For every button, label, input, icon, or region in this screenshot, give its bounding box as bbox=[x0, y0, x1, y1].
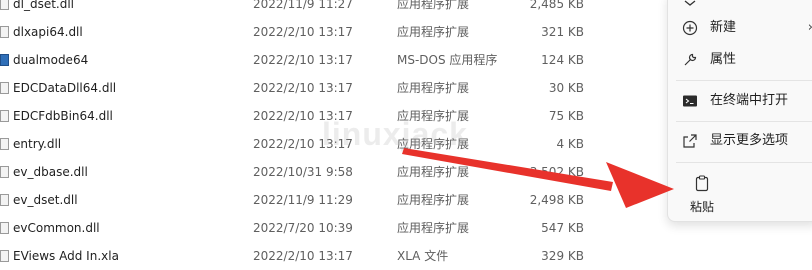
file-row[interactable]: dlxapi64.dll 2022/2/10 13:17 应用程序扩展 321 … bbox=[0, 18, 660, 46]
file-type: 应用程序扩展 bbox=[397, 193, 470, 207]
watermark: linuxjack bbox=[322, 116, 468, 152]
file-name: dualmode64 bbox=[13, 53, 89, 67]
paste-button[interactable]: 粘贴 bbox=[685, 175, 719, 219]
dll-file-icon bbox=[0, 194, 9, 206]
file-name: evCommon.dll bbox=[13, 221, 100, 235]
menu-item-partial[interactable] bbox=[668, 0, 812, 13]
file-size: 3,502 KB bbox=[529, 165, 584, 179]
file-name: EDCDataDll64.dll bbox=[13, 81, 117, 95]
sort-icon bbox=[684, 0, 696, 6]
menu-item-open-terminal[interactable]: 在终端中打开 bbox=[668, 86, 812, 116]
file-date: 2022/2/10 13:17 bbox=[253, 81, 353, 95]
menu-item-show-more-options[interactable]: 显示更多选项 bbox=[668, 126, 812, 156]
menu-item-label: 显示更多选项 bbox=[710, 133, 789, 148]
file-date: 2022/11/9 11:29 bbox=[253, 193, 353, 207]
new-icon bbox=[682, 20, 698, 36]
menu-separator bbox=[676, 162, 812, 163]
dll-file-icon bbox=[0, 82, 9, 94]
file-row[interactable]: ev_dbase.dll 2022/10/31 9:58 应用程序扩展 3,50… bbox=[0, 158, 660, 186]
file-row[interactable]: evCommon.dll 2022/7/20 10:39 应用程序扩展 547 … bbox=[0, 214, 660, 242]
file-row[interactable]: dualmode64 2022/2/10 13:17 MS-DOS 应用程序 1… bbox=[0, 46, 660, 74]
dll-file-icon bbox=[0, 222, 9, 234]
file-size: 30 KB bbox=[548, 81, 584, 95]
file-name: dl_dset.dll bbox=[13, 0, 75, 11]
file-size: 124 KB bbox=[541, 53, 584, 67]
file-name: dlxapi64.dll bbox=[13, 25, 83, 39]
dll-file-icon bbox=[0, 138, 9, 150]
context-menu: 新建 › 属性 在终端中打开 显示更多选项 粘贴 bbox=[667, 0, 812, 222]
menu-item-properties[interactable]: 属性 bbox=[668, 45, 812, 75]
file-type: 应用程序扩展 bbox=[397, 165, 470, 179]
menu-item-label: 在终端中打开 bbox=[710, 93, 789, 108]
file-name: ev_dbase.dll bbox=[13, 165, 88, 179]
file-date: 2022/7/20 10:39 bbox=[253, 221, 353, 235]
file-date: 2022/11/9 11:27 bbox=[253, 0, 353, 11]
file-row[interactable]: ev_dset.dll 2022/11/9 11:29 应用程序扩展 2,498… bbox=[0, 186, 660, 214]
file-date: 2022/2/10 13:17 bbox=[253, 53, 353, 67]
dll-file-icon bbox=[0, 0, 9, 10]
dll-file-icon bbox=[0, 110, 9, 122]
file-size: 547 KB bbox=[541, 221, 584, 235]
file-type: 应用程序扩展 bbox=[397, 81, 470, 95]
file-type: 应用程序扩展 bbox=[397, 25, 470, 39]
file-size: 4 KB bbox=[556, 137, 584, 151]
paste-label: 粘贴 bbox=[689, 200, 714, 214]
file-size: 75 KB bbox=[548, 109, 584, 123]
file-type: MS-DOS 应用程序 bbox=[397, 53, 498, 67]
file-date: 2022/10/31 9:58 bbox=[253, 165, 353, 179]
menu-separator bbox=[676, 121, 812, 122]
file-name: ev_dset.dll bbox=[13, 193, 78, 207]
menu-item-new[interactable]: 新建 › bbox=[668, 13, 812, 43]
file-row[interactable]: EViews Add In.xla 2022/2/10 13:17 XLA 文件… bbox=[0, 242, 660, 270]
file-date: 2022/2/10 13:17 bbox=[253, 25, 353, 39]
file-size: 329 KB bbox=[541, 249, 584, 263]
file-name: EDCFdbBin64.dll bbox=[13, 109, 113, 123]
xla-file-icon bbox=[0, 250, 9, 262]
chevron-right-icon: › bbox=[808, 13, 812, 43]
file-size: 321 KB bbox=[541, 25, 584, 39]
file-date: 2022/2/10 13:17 bbox=[253, 249, 353, 263]
file-row[interactable]: EDCDataDll64.dll 2022/2/10 13:17 应用程序扩展 … bbox=[0, 74, 660, 102]
clipboard-icon bbox=[695, 175, 709, 192]
menu-item-label: 属性 bbox=[710, 52, 737, 67]
menu-separator bbox=[676, 80, 812, 81]
terminal-icon bbox=[683, 95, 697, 107]
dll-file-icon bbox=[0, 166, 9, 178]
dll-file-icon bbox=[0, 26, 9, 38]
menu-item-label: 新建 bbox=[710, 20, 737, 35]
file-name: EViews Add In.xla bbox=[13, 249, 119, 263]
file-name: entry.dll bbox=[13, 137, 62, 151]
file-type: 应用程序扩展 bbox=[397, 221, 470, 235]
file-row[interactable]: dl_dset.dll 2022/11/9 11:27 应用程序扩展 2,485… bbox=[0, 0, 660, 18]
file-size: 2,498 KB bbox=[529, 193, 584, 207]
file-size: 2,485 KB bbox=[529, 0, 584, 11]
external-link-icon bbox=[683, 134, 697, 148]
file-type: 应用程序扩展 bbox=[397, 0, 470, 11]
file-type: XLA 文件 bbox=[397, 249, 449, 263]
wrench-icon bbox=[684, 53, 697, 66]
exe-file-icon bbox=[0, 54, 9, 66]
